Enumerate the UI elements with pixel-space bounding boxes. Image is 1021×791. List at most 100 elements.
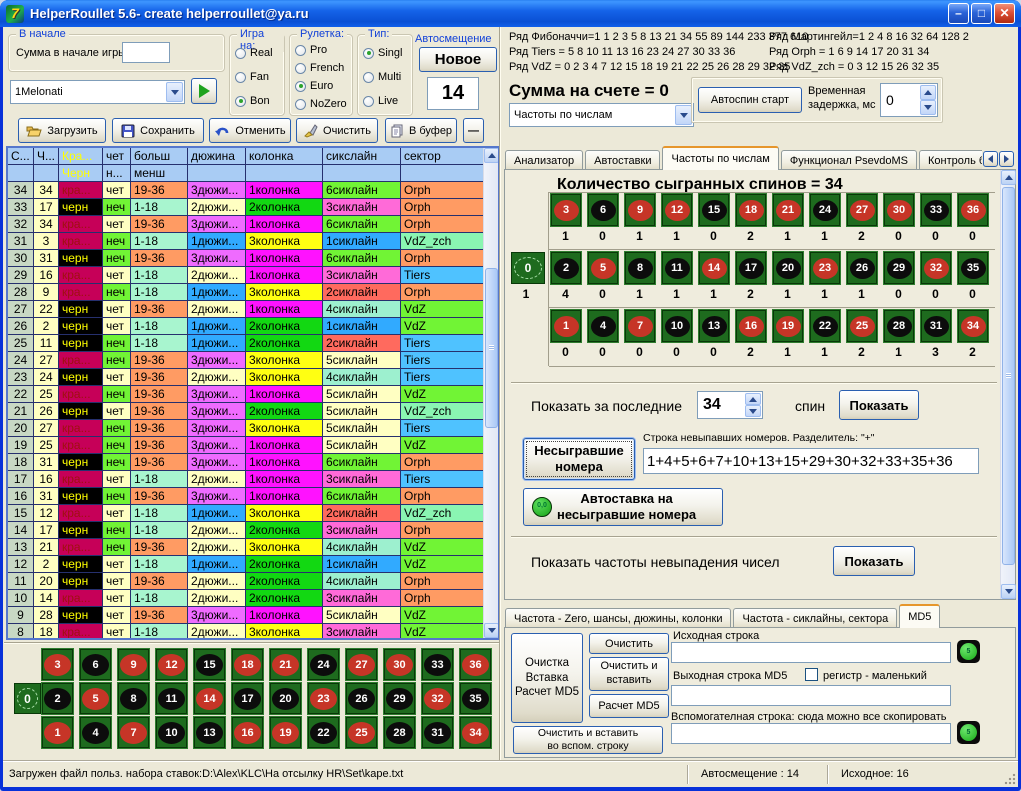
table-cell[interactable]: 2сиклайн bbox=[323, 284, 401, 301]
spin-down-icon[interactable] bbox=[745, 405, 761, 417]
board-number-17[interactable]: 17 bbox=[736, 252, 766, 284]
table-cell[interactable]: 1-18 bbox=[131, 318, 188, 335]
board-number-27[interactable]: 27 bbox=[847, 194, 877, 226]
table-cell[interactable]: кра... bbox=[59, 267, 103, 284]
table-cell[interactable]: 2дюжи... bbox=[188, 522, 246, 539]
freq-scrollbar-thumb[interactable] bbox=[1002, 187, 1015, 565]
table-cell[interactable]: 1дюжи... bbox=[188, 556, 246, 573]
table-cell[interactable]: 2колонка bbox=[246, 199, 323, 216]
table-cell[interactable]: 1дюжи... bbox=[188, 233, 246, 250]
table-cell[interactable]: 5сиклайн bbox=[323, 403, 401, 420]
table-cell[interactable]: 19-36 bbox=[131, 437, 188, 454]
table-cell[interactable]: 19-36 bbox=[131, 573, 188, 590]
radio-option-live[interactable]: Live bbox=[363, 95, 410, 107]
table-cell[interactable]: чет bbox=[103, 216, 131, 233]
table-row[interactable]: 3234кра...чет19-363дюжи...1колонка6сикла… bbox=[8, 216, 498, 233]
table-cell[interactable]: 3сиклайн bbox=[323, 199, 401, 216]
toolbar-button-5[interactable]: В буфер bbox=[385, 118, 457, 143]
board-number-30[interactable]: 30 bbox=[384, 649, 415, 680]
table-cell[interactable]: 19-36 bbox=[131, 216, 188, 233]
table-cell[interactable]: 19-36 bbox=[131, 488, 188, 505]
md5-aux-input[interactable] bbox=[671, 723, 951, 744]
table-cell[interactable]: 30 bbox=[8, 250, 34, 267]
table-cell[interactable]: черн bbox=[59, 488, 103, 505]
table-cell[interactable]: 20 bbox=[8, 420, 34, 437]
board-number-7[interactable]: 7 bbox=[118, 717, 149, 748]
table-cell[interactable]: неч bbox=[103, 522, 131, 539]
table-cell[interactable]: 13 bbox=[8, 539, 34, 556]
table-row[interactable]: 1014кра...чет1-182дюжи...2колонка3сиклай… bbox=[8, 590, 498, 607]
board-number-19[interactable]: 19 bbox=[270, 717, 301, 748]
board-number-16[interactable]: 16 bbox=[232, 717, 263, 748]
table-cell[interactable]: 1колонка bbox=[246, 471, 323, 488]
table-cell[interactable]: кра... bbox=[59, 352, 103, 369]
table-cell[interactable]: 31 bbox=[34, 250, 59, 267]
show-nofall-button[interactable]: Показать bbox=[833, 546, 915, 576]
table-cell[interactable]: чет bbox=[103, 267, 131, 284]
table-cell[interactable]: черн bbox=[59, 556, 103, 573]
table-cell[interactable]: чет bbox=[103, 505, 131, 522]
spin-down-icon[interactable] bbox=[920, 100, 936, 115]
table-cell[interactable]: 22 bbox=[34, 301, 59, 318]
board-number-31[interactable]: 31 bbox=[422, 717, 453, 748]
autobet-missing-button[interactable]: Автоставка на несыгравшие номера bbox=[523, 488, 723, 526]
show-last-button[interactable]: Показать bbox=[839, 390, 919, 420]
toolbar-button-6[interactable]: — bbox=[463, 118, 484, 143]
board-number-5[interactable]: 5 bbox=[80, 683, 111, 714]
table-cell[interactable]: 1-18 bbox=[131, 199, 188, 216]
radio-option-nozero[interactable]: NoZero bbox=[295, 98, 350, 110]
table-cell[interactable]: чет bbox=[103, 182, 131, 199]
table-cell[interactable]: 19 bbox=[8, 437, 34, 454]
table-cell[interactable]: 2колонка bbox=[246, 403, 323, 420]
tab-scroll-left-icon[interactable] bbox=[983, 151, 998, 167]
table-cell[interactable]: 3сиклайн bbox=[323, 522, 401, 539]
mode-combobox[interactable]: Частоты по числам bbox=[509, 103, 694, 127]
scroll-up-icon[interactable] bbox=[1001, 170, 1016, 185]
table-cell[interactable]: 1дюжи... bbox=[188, 335, 246, 352]
board-number-14[interactable]: 14 bbox=[699, 252, 729, 284]
table-cell[interactable]: 19-36 bbox=[131, 250, 188, 267]
tab-3[interactable]: Частоты по числам bbox=[662, 146, 778, 170]
chevron-down-icon[interactable] bbox=[675, 105, 692, 125]
minimize-button[interactable]: – bbox=[948, 3, 969, 24]
play-button[interactable] bbox=[191, 78, 217, 104]
table-row[interactable]: 3434кра...чет19-363дюжи...1колонка6сикла… bbox=[8, 182, 498, 199]
table-cell[interactable]: 6сиклайн bbox=[323, 488, 401, 505]
table-cell[interactable]: черн bbox=[59, 403, 103, 420]
table-cell[interactable]: 1колонка bbox=[246, 386, 323, 403]
table-cell[interactable]: 28 bbox=[8, 284, 34, 301]
radio-option-multi[interactable]: Multi bbox=[363, 71, 410, 83]
table-cell[interactable]: 17 bbox=[8, 471, 34, 488]
board-number-9[interactable]: 9 bbox=[118, 649, 149, 680]
table-scrollbar-thumb[interactable] bbox=[485, 268, 498, 428]
table-cell[interactable]: чет bbox=[103, 301, 131, 318]
table-cell[interactable]: 3сиклайн bbox=[323, 471, 401, 488]
board-number-8[interactable]: 8 bbox=[118, 683, 149, 714]
board-number-19[interactable]: 19 bbox=[773, 310, 803, 342]
board-number-18[interactable]: 18 bbox=[232, 649, 263, 680]
table-cell[interactable]: 2дюжи... bbox=[188, 369, 246, 386]
table-cell[interactable]: 19-36 bbox=[131, 539, 188, 556]
board-number-0[interactable]: 0 bbox=[14, 683, 41, 714]
table-cell[interactable]: 3сиклайн bbox=[323, 590, 401, 607]
table-cell[interactable]: 19-36 bbox=[131, 403, 188, 420]
table-cell[interactable]: неч bbox=[103, 437, 131, 454]
table-cell[interactable]: 1-18 bbox=[131, 284, 188, 301]
close-button[interactable]: ✕ bbox=[994, 3, 1015, 24]
table-cell[interactable]: 2колонка bbox=[246, 573, 323, 590]
table-row[interactable]: 262чернчет1-181дюжи...2колонка1сиклайнVd… bbox=[8, 318, 498, 335]
toolbar-button-3[interactable]: Отменить bbox=[209, 118, 291, 143]
scroll-down-icon[interactable] bbox=[1001, 584, 1016, 599]
board-number-13[interactable]: 13 bbox=[699, 310, 729, 342]
table-row[interactable]: 1716кра...чет1-182дюжи...1колонка3сиклай… bbox=[8, 471, 498, 488]
board-number-29[interactable]: 29 bbox=[884, 252, 914, 284]
table-cell[interactable]: 1дюжи... bbox=[188, 505, 246, 522]
table-cell[interactable]: 2сиклайн bbox=[323, 505, 401, 522]
table-cell[interactable]: 31 bbox=[34, 454, 59, 471]
table-cell[interactable]: 12 bbox=[8, 556, 34, 573]
table-cell[interactable]: 20 bbox=[34, 573, 59, 590]
table-cell[interactable]: черн bbox=[59, 318, 103, 335]
table-cell[interactable]: 21 bbox=[34, 539, 59, 556]
board-number-2[interactable]: 2 bbox=[42, 683, 73, 714]
table-cell[interactable]: 3дюжи... bbox=[188, 182, 246, 199]
